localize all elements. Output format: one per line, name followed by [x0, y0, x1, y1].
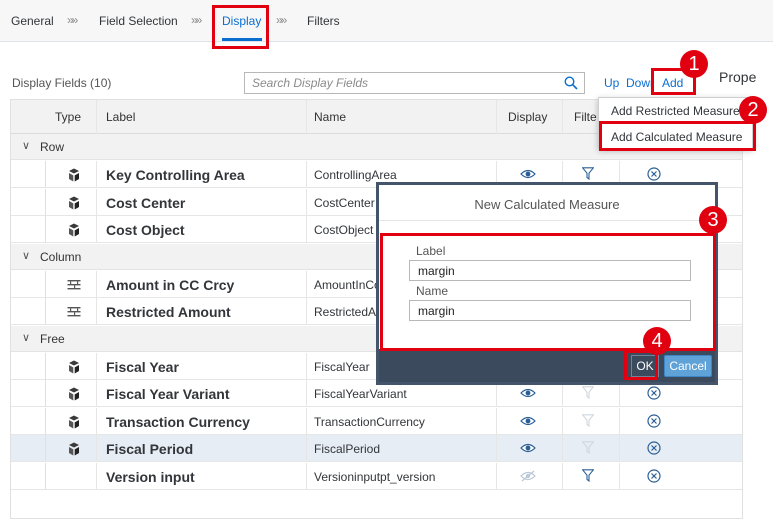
hidden-eye-icon[interactable]: [520, 470, 536, 482]
column-header-display[interactable]: Display: [508, 110, 547, 124]
eye-icon[interactable]: [520, 387, 536, 399]
chevron-down-icon[interactable]: ∨: [22, 139, 30, 152]
move-up-button[interactable]: Up: [604, 76, 619, 90]
field-label: Restricted Amount: [106, 304, 231, 320]
measure-icon: [67, 307, 81, 317]
filter-icon[interactable]: [582, 386, 594, 399]
search-field[interactable]: [244, 72, 585, 94]
cancel-button[interactable]: Cancel: [664, 355, 712, 377]
step-separator-icon: »»: [276, 13, 287, 27]
step-separator-icon: »»: [67, 13, 78, 27]
table-row[interactable]: Transaction Currency TransactionCurrency: [11, 407, 742, 435]
annotation-box-display-tab: [212, 5, 269, 49]
remove-icon[interactable]: [647, 386, 661, 400]
eye-icon[interactable]: [520, 415, 536, 427]
chevron-down-icon[interactable]: ∨: [22, 249, 30, 262]
field-name: ControllingArea: [314, 168, 397, 182]
annotation-badge-1: 1: [680, 50, 708, 78]
field-label: Cost Object: [106, 222, 185, 238]
field-label: Version input: [106, 468, 195, 485]
step-navigation: General »» Field Selection »» Display »»…: [0, 0, 773, 42]
field-label: Amount in CC Crcy: [106, 276, 235, 293]
dimension-icon: [69, 442, 79, 456]
column-header-label[interactable]: Label: [106, 110, 135, 124]
eye-icon[interactable]: [520, 168, 536, 180]
field-name: FiscalPeriod: [314, 442, 381, 456]
group-label: Column: [40, 249, 82, 264]
dimension-icon: [69, 360, 79, 373]
display-fields-title: Display Fields (10): [12, 76, 112, 90]
filter-icon[interactable]: [582, 167, 594, 180]
step-field-selection[interactable]: Field Selection: [99, 14, 178, 28]
group-label: Row: [40, 140, 65, 154]
dimension-icon: [69, 196, 79, 209]
field-label: Cost Center: [106, 194, 186, 211]
dimension-icon: [69, 387, 79, 401]
field-label: Fiscal Year: [106, 358, 179, 375]
field-name: FiscalYearVariant: [314, 387, 407, 401]
eye-icon[interactable]: [520, 442, 536, 454]
table-row[interactable]: Version input Versioninputpt_version: [11, 462, 742, 490]
search-input[interactable]: [245, 73, 545, 93]
group-label: Free: [40, 331, 65, 346]
dialog-footer: OK Cancel: [379, 349, 715, 382]
chevron-down-icon[interactable]: ∨: [22, 331, 30, 344]
annotation-box-add-calculated: [599, 121, 756, 151]
remove-icon[interactable]: [647, 167, 661, 181]
remove-icon[interactable]: [647, 413, 661, 428]
properties-heading: Prope: [719, 69, 757, 85]
field-label: Transaction Currency: [106, 413, 250, 430]
dimension-icon: [69, 168, 79, 182]
dimension-icon: [69, 415, 79, 428]
dimension-icon: [69, 223, 79, 237]
filter-icon[interactable]: [582, 413, 594, 427]
field-name: TransactionCurrency: [314, 414, 425, 429]
move-down-button[interactable]: Down: [626, 76, 654, 90]
field-label: Fiscal Year Variant: [106, 386, 230, 402]
step-general[interactable]: General: [11, 14, 54, 28]
table-row[interactable]: Fiscal Period FiscalPeriod: [11, 435, 742, 462]
column-header-filter[interactable]: Filte: [574, 110, 597, 124]
filter-icon[interactable]: [582, 468, 594, 482]
remove-icon[interactable]: [647, 441, 661, 455]
column-header-type[interactable]: Type: [55, 110, 81, 124]
remove-icon[interactable]: [647, 468, 661, 483]
column-header-name[interactable]: Name: [314, 110, 346, 124]
field-name: Versioninputpt_version: [314, 469, 436, 484]
annotation-badge-4: 4: [643, 327, 671, 355]
step-separator-icon: »»: [191, 13, 202, 27]
measure-icon: [67, 279, 81, 289]
annotation-badge-2: 2: [739, 96, 767, 124]
search-icon[interactable]: [564, 76, 578, 90]
dialog-title: New Calculated Measure: [379, 185, 715, 221]
annotation-badge-3: 3: [699, 206, 727, 234]
field-label: Key Controlling Area: [106, 167, 245, 183]
filter-icon[interactable]: [582, 441, 594, 454]
step-filters[interactable]: Filters: [307, 14, 340, 28]
field-label: Fiscal Period: [106, 441, 194, 457]
